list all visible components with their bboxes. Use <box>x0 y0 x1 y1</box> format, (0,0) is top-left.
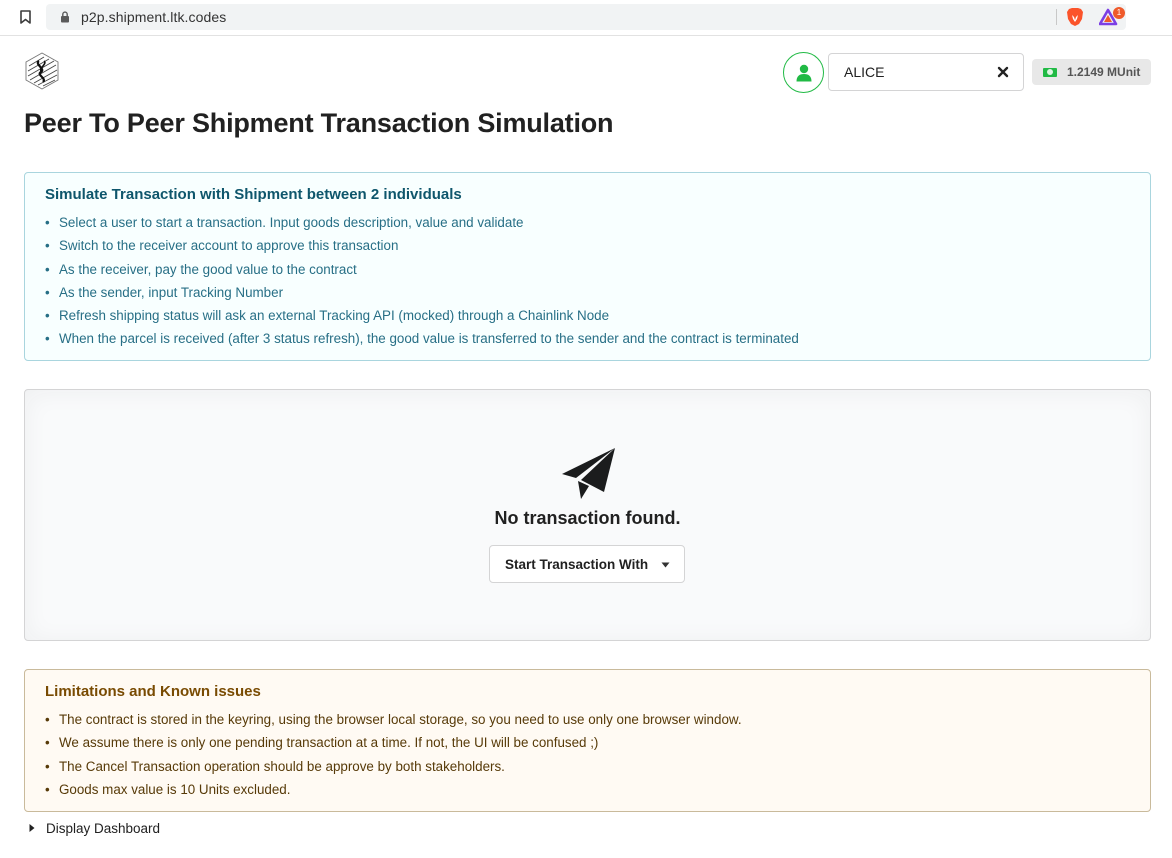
list-item: As the sender, input Tracking Number <box>45 281 799 305</box>
close-icon[interactable] <box>997 66 1009 78</box>
start-transaction-dropdown[interactable]: Start Transaction With <box>489 545 685 583</box>
limitations-message: Limitations and Known issues The contrac… <box>24 669 1151 812</box>
selected-user: ALICE <box>844 64 885 80</box>
empty-state-segment: No transaction found. Start Transaction … <box>24 389 1151 641</box>
paper-plane-icon <box>562 448 615 499</box>
caret-down-icon <box>661 562 670 568</box>
info-list: Select a user to start a transaction. In… <box>45 211 799 351</box>
dashboard-accordion-toggle[interactable]: Display Dashboard <box>28 818 160 838</box>
dashboard-label: Display Dashboard <box>46 820 161 836</box>
lock-icon <box>61 11 69 23</box>
user-select-dropdown[interactable]: ALICE <box>828 53 1024 91</box>
url-text: p2p.shipment.ltk.codes <box>81 9 227 25</box>
info-message: Simulate Transaction with Shipment betwe… <box>24 172 1151 361</box>
list-item: Refresh shipping status will ask an exte… <box>45 304 799 328</box>
app-logo <box>25 52 59 90</box>
user-avatar-button[interactable] <box>783 52 824 93</box>
caret-right-icon <box>29 824 35 832</box>
list-item: We assume there is only one pending tran… <box>45 731 742 755</box>
empty-state-message: No transaction found. <box>494 508 681 528</box>
balance-label: 1.2149 MUnit <box>1032 59 1151 85</box>
list-item: When the parcel is received (after 3 sta… <box>45 327 799 351</box>
limitations-list: The contract is stored in the keyring, u… <box>45 708 742 801</box>
limitations-header: Limitations and Known issues <box>45 683 261 700</box>
info-header: Simulate Transaction with Shipment betwe… <box>45 186 462 203</box>
list-item: The Cancel Transaction operation should … <box>45 755 742 779</box>
browser-toolbar: p2p.shipment.ltk.codes 1 <box>0 0 1172 36</box>
page-title: Peer To Peer Shipment Transaction Simula… <box>24 108 614 138</box>
rewards-badge: 1 <box>1113 7 1125 19</box>
list-item: The contract is stored in the keyring, u… <box>45 708 742 732</box>
list-item: Switch to the receiver account to approv… <box>45 234 799 258</box>
balance-value: 1.2149 MUnit <box>1067 65 1141 79</box>
list-item: Select a user to start a transaction. In… <box>45 211 799 235</box>
bookmark-icon[interactable] <box>18 9 32 25</box>
brave-lion-icon[interactable] <box>1066 7 1084 27</box>
toolbar-divider <box>1056 9 1057 25</box>
money-bill-icon <box>1043 67 1057 77</box>
start-transaction-label: Start Transaction With <box>505 557 649 572</box>
list-item: Goods max value is 10 Units excluded. <box>45 778 742 802</box>
list-item: As the receiver, pay the good value to t… <box>45 258 799 282</box>
address-bar[interactable]: p2p.shipment.ltk.codes <box>46 4 1126 30</box>
user-icon <box>796 64 811 81</box>
